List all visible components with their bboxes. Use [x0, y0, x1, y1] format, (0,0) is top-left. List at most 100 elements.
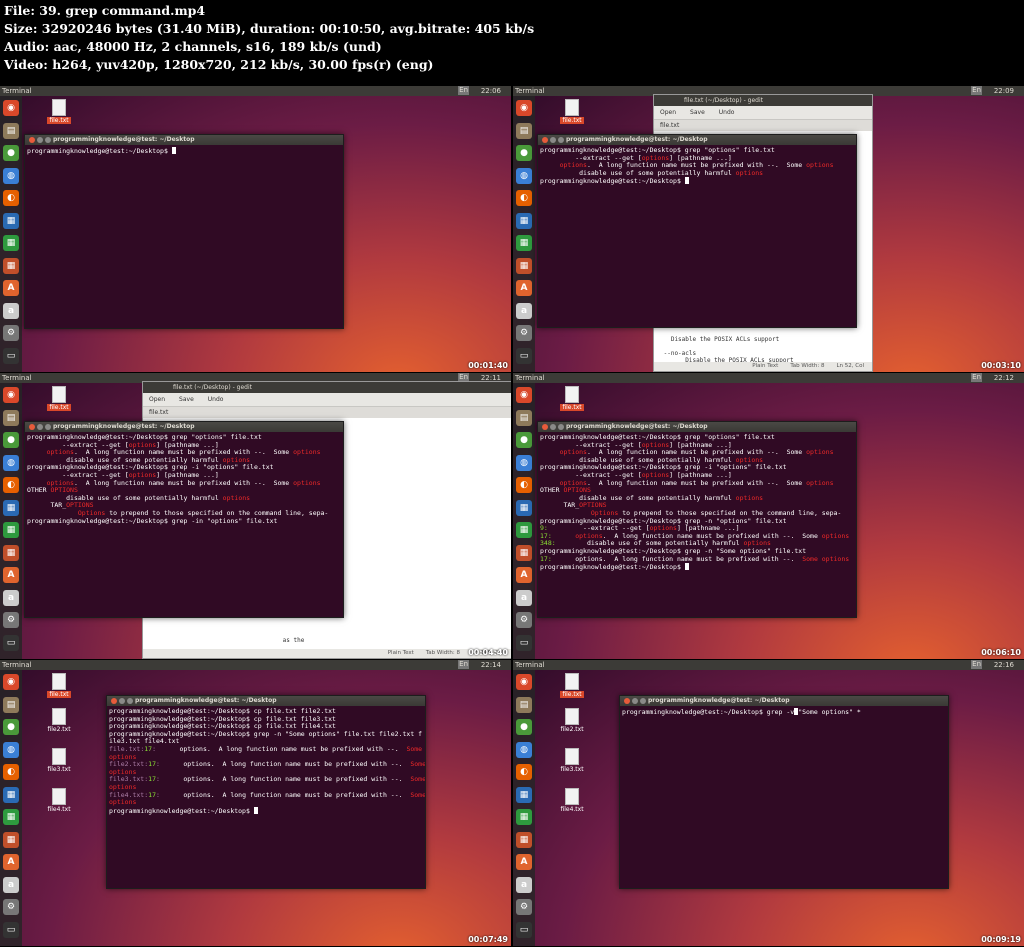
open-button[interactable]: Open — [149, 396, 165, 403]
minimize-icon[interactable] — [632, 698, 638, 704]
chromium-icon[interactable]: ◍ — [516, 454, 532, 471]
chromium-icon[interactable]: ◍ — [3, 454, 19, 471]
desktop-file-icon[interactable]: file.txt — [41, 386, 77, 411]
files-icon[interactable]: ▤ — [516, 122, 532, 139]
writer-icon[interactable]: ▦ — [3, 786, 19, 803]
terminal-window[interactable]: programmingknowledge@test: ~/Desktop prog… — [619, 695, 949, 889]
files-icon[interactable]: ▤ — [516, 696, 532, 713]
firefox-icon[interactable]: ◐ — [3, 477, 19, 493]
ubuntu-software-icon[interactable]: ● — [516, 145, 532, 161]
terminal-icon[interactable]: ▭ — [516, 634, 532, 651]
system-settings-icon[interactable]: ⚙ — [516, 899, 532, 915]
keyboard-layout-indicator[interactable]: En — [971, 86, 982, 95]
status-language[interactable]: Plain Text — [388, 650, 414, 656]
maximize-icon[interactable] — [45, 137, 51, 143]
ubuntu-software-icon[interactable]: ● — [516, 432, 532, 448]
terminal-icon[interactable]: ▭ — [3, 347, 19, 364]
firefox-icon[interactable]: ◐ — [3, 190, 19, 206]
close-icon[interactable] — [542, 424, 548, 430]
desktop-file-icon[interactable]: file.txt — [41, 673, 77, 698]
undo-button[interactable]: Undo — [719, 109, 735, 116]
terminal-icon[interactable]: ▭ — [516, 347, 532, 364]
ubuntu-dash-icon[interactable]: ◉ — [3, 100, 19, 116]
keyboard-layout-indicator[interactable]: En — [971, 660, 982, 669]
ubuntu-dash-icon[interactable]: ◉ — [3, 387, 19, 403]
close-icon[interactable] — [624, 698, 630, 704]
save-button[interactable]: Save — [690, 109, 705, 116]
maximize-icon[interactable] — [640, 698, 646, 704]
calc-icon[interactable]: ▦ — [516, 235, 532, 251]
close-icon[interactable] — [29, 424, 35, 430]
files-icon[interactable]: ▤ — [516, 409, 532, 426]
impress-icon[interactable]: ▦ — [516, 544, 532, 561]
chromium-icon[interactable]: ◍ — [3, 741, 19, 758]
maximize-icon[interactable] — [45, 424, 51, 430]
desktop-file-icon[interactable]: file2.txt — [41, 708, 77, 733]
close-icon[interactable] — [542, 137, 548, 143]
desktop-file-icon[interactable]: file.txt — [41, 99, 77, 124]
status-tab-width[interactable]: Tab Width: 8 — [790, 363, 824, 369]
firefox-icon[interactable]: ◐ — [516, 477, 532, 493]
calc-icon[interactable]: ▦ — [3, 809, 19, 825]
open-button[interactable]: Open — [660, 109, 676, 116]
panel-clock[interactable]: 22:14 — [481, 660, 501, 670]
terminal-output[interactable]: programmingknowledge@test:~/Desktop$ — [25, 145, 343, 158]
ubuntu-dash-icon[interactable]: ◉ — [516, 387, 532, 403]
amazon-icon[interactable]: a — [516, 876, 532, 893]
impress-icon[interactable]: ▦ — [516, 257, 532, 274]
calc-icon[interactable]: ▦ — [3, 522, 19, 538]
system-settings-icon[interactable]: ⚙ — [3, 612, 19, 628]
impress-icon[interactable]: ▦ — [3, 831, 19, 848]
desktop-file-icon[interactable]: file.txt — [554, 673, 590, 698]
maximize-icon[interactable] — [127, 698, 133, 704]
system-settings-icon[interactable]: ⚙ — [516, 325, 532, 341]
firefox-icon[interactable]: ◐ — [3, 764, 19, 780]
writer-icon[interactable]: ▦ — [3, 212, 19, 229]
panel-clock[interactable]: 22:16 — [994, 660, 1014, 670]
maximize-icon[interactable] — [558, 137, 564, 143]
panel-clock[interactable]: 22:06 — [481, 86, 501, 96]
software-center-icon[interactable]: A — [516, 854, 532, 870]
amazon-icon[interactable]: a — [516, 302, 532, 319]
close-icon[interactable] — [111, 698, 117, 704]
minimize-icon[interactable] — [37, 137, 43, 143]
ubuntu-dash-icon[interactable]: ◉ — [516, 674, 532, 690]
terminal-window[interactable]: programmingknowledge@test: ~/Desktop prog… — [537, 134, 857, 328]
terminal-output[interactable]: programmingknowledge@test:~/Desktop$ gre… — [620, 706, 948, 719]
terminal-output[interactable]: programmingknowledge@test:~/Desktop$ cp … — [107, 706, 425, 817]
system-settings-icon[interactable]: ⚙ — [516, 612, 532, 628]
minimize-icon[interactable] — [37, 424, 43, 430]
terminal-window[interactable]: programmingknowledge@test: ~/Desktop prog… — [24, 134, 344, 329]
minimize-icon[interactable] — [550, 137, 556, 143]
gedit-tab[interactable]: file.txt — [654, 120, 872, 131]
status-language[interactable]: Plain Text — [752, 363, 778, 369]
keyboard-layout-indicator[interactable]: En — [971, 373, 982, 382]
desktop-file-icon[interactable]: file.txt — [554, 386, 590, 411]
system-settings-icon[interactable]: ⚙ — [3, 325, 19, 341]
minimize-icon[interactable] — [119, 698, 125, 704]
gedit-tab[interactable]: file.txt — [143, 407, 511, 418]
terminal-icon[interactable]: ▭ — [3, 634, 19, 651]
software-center-icon[interactable]: A — [3, 854, 19, 870]
files-icon[interactable]: ▤ — [3, 409, 19, 426]
software-center-icon[interactable]: A — [3, 280, 19, 296]
keyboard-layout-indicator[interactable]: En — [458, 660, 469, 669]
chromium-icon[interactable]: ◍ — [516, 167, 532, 184]
files-icon[interactable]: ▤ — [3, 122, 19, 139]
terminal-output[interactable]: programmingknowledge@test:~/Desktop$ gre… — [538, 432, 856, 574]
writer-icon[interactable]: ▦ — [516, 499, 532, 516]
status-tab-width[interactable]: Tab Width: 8 — [426, 650, 460, 656]
terminal-output[interactable]: programmingknowledge@test:~/Desktop$ gre… — [25, 432, 343, 527]
desktop-file-icon[interactable]: file3.txt — [41, 748, 77, 773]
files-icon[interactable]: ▤ — [3, 696, 19, 713]
amazon-icon[interactable]: a — [516, 589, 532, 606]
system-settings-icon[interactable]: ⚙ — [3, 899, 19, 915]
close-icon[interactable] — [29, 137, 35, 143]
writer-icon[interactable]: ▦ — [3, 499, 19, 516]
ubuntu-software-icon[interactable]: ● — [516, 719, 532, 735]
desktop-file-icon[interactable]: file3.txt — [554, 748, 590, 773]
software-center-icon[interactable]: A — [516, 567, 532, 583]
minimize-icon[interactable] — [550, 424, 556, 430]
calc-icon[interactable]: ▦ — [516, 809, 532, 825]
terminal-output[interactable]: programmingknowledge@test:~/Desktop$ gre… — [538, 145, 856, 188]
